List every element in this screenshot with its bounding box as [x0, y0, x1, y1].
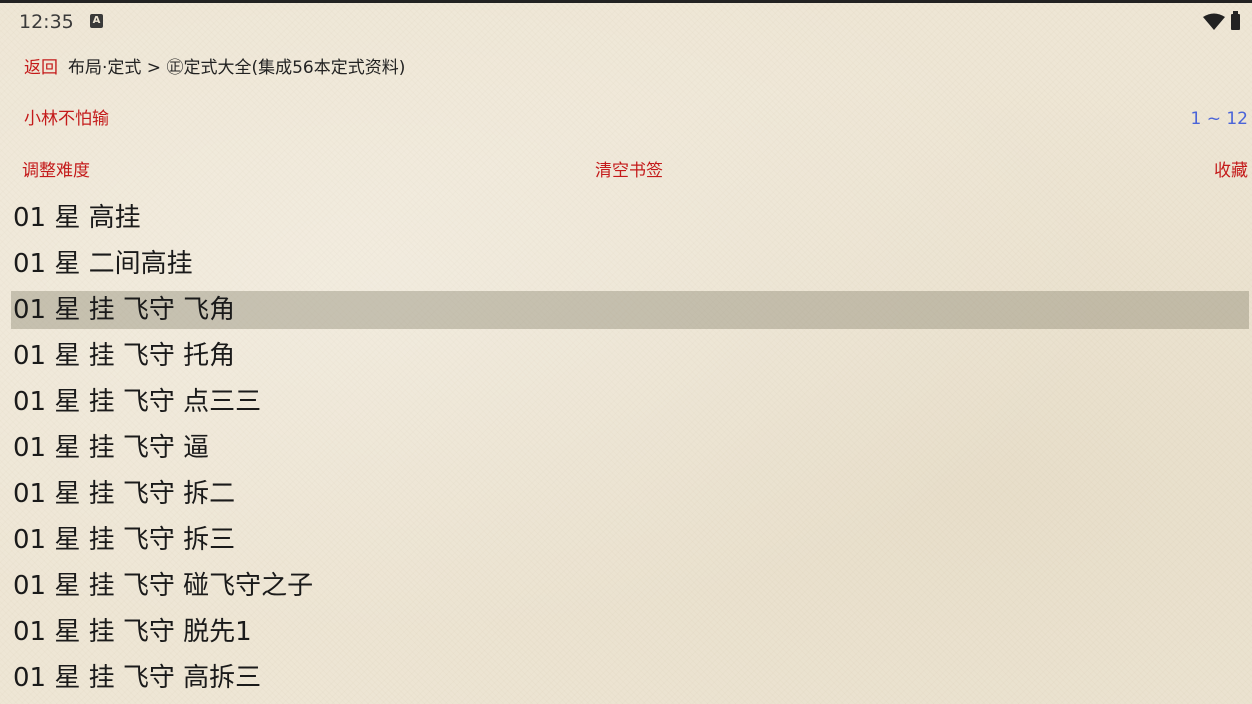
favorite-button[interactable]: 收藏 — [1214, 160, 1248, 182]
list-item[interactable]: 01 星 挂 飞守 拆二 — [11, 471, 1249, 517]
list-item[interactable]: 01 星 挂 飞守 逼 — [11, 425, 1249, 471]
list-item[interactable]: 01 星 挂 飞守 点三三 — [11, 379, 1249, 425]
clear-bookmarks-button[interactable]: 清空书签 — [595, 160, 663, 182]
user-name[interactable]: 小林不怕输 — [24, 108, 109, 130]
status-bar: 12:35 A — [0, 3, 1252, 41]
status-time: 12:35 — [19, 11, 74, 33]
list-item[interactable]: 01 星 二间高挂 — [11, 241, 1249, 287]
adjust-difficulty-button[interactable]: 调整难度 — [22, 160, 90, 182]
list-item[interactable]: 01 星 挂 飞守 脱先1 — [11, 609, 1249, 655]
battery-icon — [1231, 11, 1240, 30]
a-square-icon: A — [90, 14, 103, 28]
list-item[interactable]: 01 星 挂 飞守 拆三 — [11, 517, 1249, 563]
joseki-list: 01 星 高挂 01 星 二间高挂 01 星 挂 飞守 飞角 01 星 挂 飞守… — [11, 195, 1249, 701]
list-item[interactable]: 01 星 挂 飞守 高拆三 — [11, 655, 1249, 701]
list-item-selected[interactable]: 01 星 挂 飞守 飞角 — [11, 291, 1249, 329]
page-range[interactable]: 1 ~ 12 — [1191, 108, 1249, 130]
back-button[interactable]: 返回 — [24, 58, 58, 78]
system-icons — [1203, 11, 1240, 31]
list-item[interactable]: 01 星 挂 飞守 碰飞守之子 — [11, 563, 1249, 609]
navigation-bar: 返回 布局·定式 > ㊣定式大全(集成56本定式资料) — [24, 56, 405, 80]
wifi-icon — [1203, 13, 1225, 30]
breadcrumb: 布局·定式 > ㊣定式大全(集成56本定式资料) — [68, 58, 406, 78]
list-item[interactable]: 01 星 挂 飞守 托角 — [11, 333, 1249, 379]
list-item[interactable]: 01 星 高挂 — [11, 195, 1249, 241]
